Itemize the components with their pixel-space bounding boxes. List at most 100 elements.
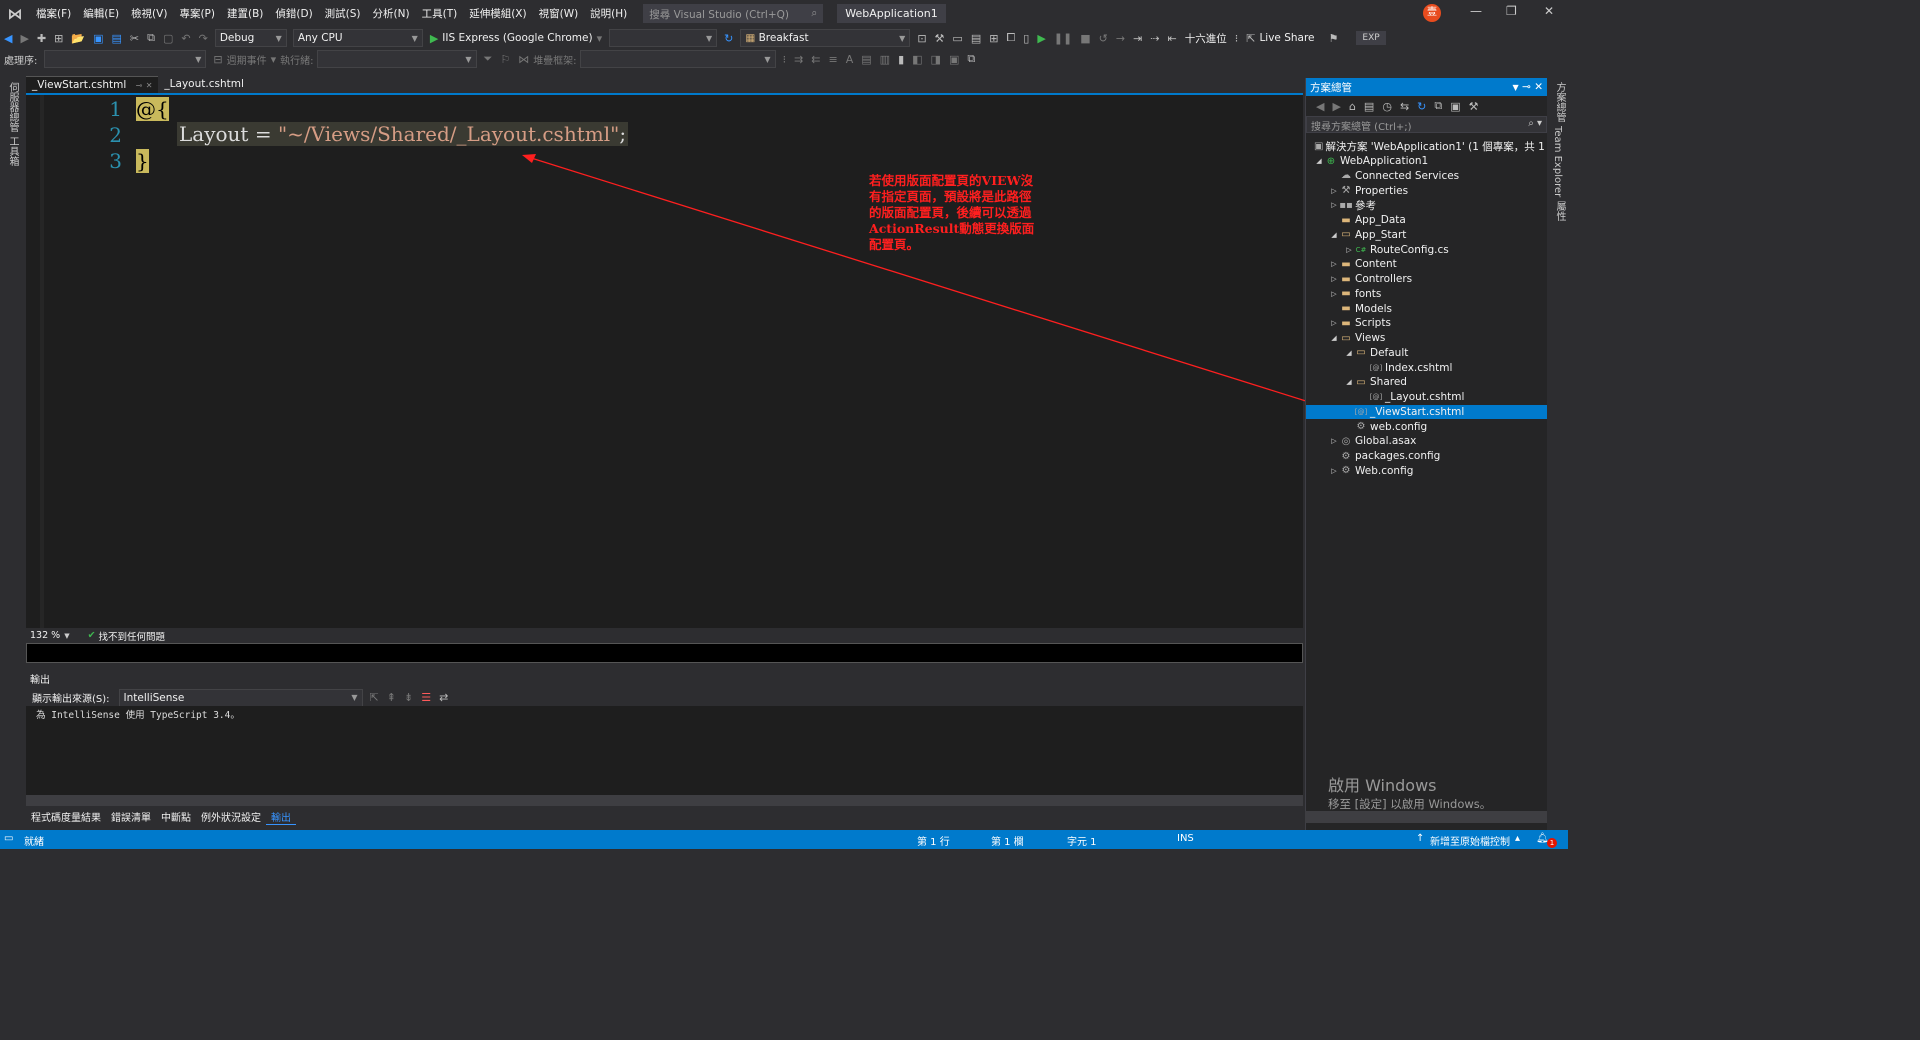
tab-code-metrics[interactable]: 程式碼度量結果 [26,809,106,824]
tree-node[interactable]: ▣ 解決方案 'WebApplication1' (1 個專案，共 1 個) [1306,139,1563,154]
tree-node[interactable]: ▷ ⚒ Properties [1306,183,1547,198]
continue-icon[interactable]: ▶ [1033,32,1049,45]
tree-node[interactable]: ◢ ▭ Default [1306,346,1547,361]
tree-node[interactable]: ◢ ▭ App_Start [1306,228,1547,243]
panel-icon[interactable]: ⧠ [1002,31,1019,45]
add-to-source-control[interactable]: 新增至原始檔控制 [1430,833,1510,848]
menu-item[interactable]: 檔案(F) [30,6,77,21]
feedback-icon[interactable]: ⚑ [1325,32,1343,45]
expanded-arrow-icon[interactable]: ◢ [1329,231,1339,239]
collapsed-arrow-icon[interactable]: ▷ [1329,437,1339,445]
collapsed-arrow-icon[interactable]: ▷ [1344,246,1354,254]
pin-icon[interactable]: ⊸ [1522,81,1531,93]
thread-dropdown[interactable]: ▼ [316,50,477,68]
properties-wrench-icon[interactable]: ⚒ [1465,100,1483,113]
user-avatar[interactable]: 壹 [1423,4,1441,22]
code-editor[interactable]: 1 2 3 @{ Layout = "~/Views/Shared/_Layou… [26,95,1303,628]
clear-bookmarks-icon[interactable]: ⧉ [963,52,979,66]
collapsed-arrow-icon[interactable]: ▷ [1329,275,1339,283]
refresh-icon[interactable]: ↻ [720,32,737,45]
step-over-icon[interactable]: ⇢ [1146,32,1163,45]
output-scrollbar[interactable] [26,795,1303,806]
expanded-arrow-icon[interactable]: ◢ [1344,349,1354,357]
tree-node[interactable]: [@] _Layout.cshtml [1306,390,1547,405]
close-tab-icon[interactable]: ✕ [146,81,153,90]
expanded-arrow-icon[interactable]: ◢ [1344,378,1354,386]
lifecycle-label[interactable]: 週期事件 [227,52,267,67]
minimize-icon[interactable]: — [1470,4,1482,18]
wrench-icon[interactable]: ⚒ [931,32,949,45]
menu-item[interactable]: 建置(B) [221,6,269,21]
next-bookmark-icon[interactable]: ◨ [927,53,945,66]
chevron-up-icon[interactable]: ▴ [1515,833,1520,844]
zoom-level[interactable]: 132 % [26,630,64,641]
bookmark-icon[interactable]: ▮ [894,53,908,66]
outdent-icon[interactable]: ⇇ [807,53,824,66]
tree-node[interactable]: ☁ Connected Services [1306,169,1547,184]
chevron-down-icon[interactable]: ▾ [593,32,607,45]
collapsed-arrow-icon[interactable]: ▷ [1329,290,1339,298]
tab-viewstart[interactable]: _ViewStart.cshtml ⊸ ✕ [26,76,159,93]
issues-status[interactable]: 找不到任何問題 [99,629,166,643]
save-all-icon[interactable]: ▤ [107,32,125,45]
pending-changes-icon[interactable]: ◷ [1378,100,1396,113]
bookmark-folder-icon[interactable]: ▣ [945,53,963,66]
collapsed-arrow-icon[interactable]: ▷ [1329,467,1339,475]
prev-bookmark-icon[interactable]: ◧ [908,53,926,66]
tree-node[interactable]: ▷ C# RouteConfig.cs [1306,242,1547,257]
refresh-icon[interactable]: ↻ [1413,100,1430,113]
collapse-icon[interactable]: ⋈ [514,53,533,66]
menu-item[interactable]: 專案(P) [173,6,221,21]
output-source-dropdown[interactable]: IntelliSense ▼ [118,688,363,707]
toolbox-tab[interactable]: 工具箱 [5,136,20,166]
home-icon[interactable]: ⌂ [1345,100,1360,113]
menu-item[interactable]: 說明(H) [584,6,633,21]
chevron-down-icon[interactable]: ▼ [64,632,69,640]
add-item-icon[interactable]: ⊞ [50,32,67,45]
show-all-files-icon[interactable]: ▣ [1446,100,1464,113]
process-dropdown[interactable]: ▼ [44,50,207,68]
tree-node[interactable]: ▷ ▬ Scripts [1306,316,1547,331]
menu-item[interactable]: 檢視(V) [125,6,173,21]
forward-icon[interactable]: ▶ [1328,100,1344,113]
indent-icon[interactable]: ⇉ [790,53,807,66]
tree-node[interactable]: ◢ ▭ Shared [1306,375,1547,390]
tree-node[interactable]: ◢ ⊕ WebApplication1 [1306,154,1547,169]
format-icon[interactable]: ≡ [825,53,842,66]
team-explorer-side-tab[interactable]: Team Explorer [1552,126,1563,197]
tree-node[interactable]: [@] Index.cshtml [1306,360,1547,375]
tree-node[interactable]: ▷ ◎ Global.asax [1306,434,1547,449]
copy-icon[interactable]: ⧉ [143,31,159,45]
solution-explorer-side-tab[interactable]: 方案總管 [1552,82,1567,122]
expanded-arrow-icon[interactable]: ◢ [1329,334,1339,342]
restore-icon[interactable]: ❐ [1506,4,1517,18]
prev-message-icon[interactable]: ⇞ [383,691,400,704]
pin-icon[interactable]: ⊸ [136,81,143,90]
layout-icon[interactable]: ▤ [967,32,985,45]
solution-search-input[interactable]: 搜尋方案總管 (Ctrl+;) ⌕ ▾ [1306,116,1547,133]
config-dropdown[interactable]: Debug ▼ [214,29,287,47]
debug-tool-icon[interactable]: ⊡ [913,32,930,45]
visual-studio-logo-icon[interactable]: ⋈ [0,0,30,27]
menu-item[interactable]: 工具(T) [416,6,464,21]
next-message-icon[interactable]: ⇟ [400,691,417,704]
server-explorer-tab[interactable]: 伺服器總管 [5,82,20,132]
tab-output[interactable]: 輸出 [266,809,296,825]
grid-icon[interactable]: ⊞ [985,32,1002,45]
restart-icon[interactable]: ↺ [1095,32,1112,45]
filter-icon[interactable]: ⏷ [480,52,497,66]
switch-views-icon[interactable]: ▤ [1360,100,1378,113]
comment-icon[interactable]: ▯ [1019,32,1033,45]
word-wrap-icon[interactable]: ⇄ [435,691,452,704]
tree-node[interactable]: ⚙ packages.config [1306,449,1547,464]
tree-node[interactable]: ⚙ web.config [1306,419,1547,434]
close-icon[interactable]: ✕ [1534,81,1543,93]
menu-item[interactable]: 延伸模組(X) [463,6,532,21]
goto-error-icon[interactable]: ⇱ [366,691,383,704]
step-out-icon[interactable]: ⇤ [1164,32,1181,45]
clear-all-icon[interactable]: ☰ [417,691,435,704]
show-next-statement-icon[interactable]: → [1112,32,1129,45]
tree-node[interactable]: ▷ ▬ Content [1306,257,1547,272]
browser-link-dropdown[interactable]: ▦ Breakfast ▼ [740,29,911,47]
stackframe-dropdown[interactable]: ▼ [579,50,776,68]
